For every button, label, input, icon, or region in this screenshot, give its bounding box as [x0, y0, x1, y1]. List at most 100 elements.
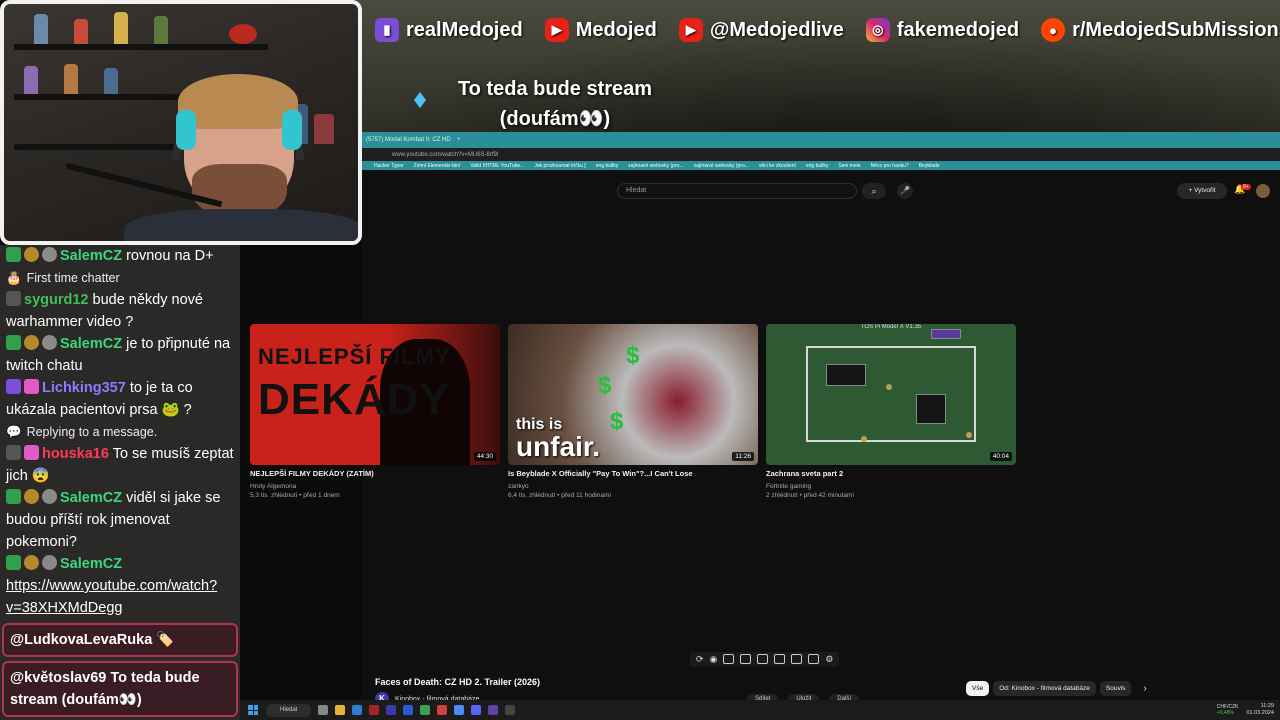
image-icon[interactable] — [774, 654, 786, 664]
video-channel[interactable]: Hroty Algemona — [250, 483, 500, 490]
chat-system-note: 🎂 First time chatter — [6, 267, 236, 289]
gear-icon[interactable]: ⚙ — [825, 654, 833, 665]
video-title[interactable]: Zachrana sveta part 2 — [766, 469, 1016, 478]
chrome-icon[interactable] — [420, 705, 430, 715]
video-meta: 2 zhlédnutí • před 42 minutami — [766, 492, 854, 499]
app-icon[interactable] — [352, 705, 362, 715]
chat-message: Lichking357 to je ta co ukázala paciento… — [6, 377, 236, 421]
captions-icon[interactable] — [808, 654, 820, 664]
chat-username[interactable]: SalemCZ — [60, 336, 122, 352]
bookmark[interactable]: Zimní Elementár-tání — [414, 163, 461, 169]
chevron-right-icon[interactable]: › — [1143, 683, 1146, 694]
video-thumbnail[interactable]: NEJLEPŠÍ FILMY DEKÁDY 44:30 — [250, 324, 500, 465]
video-thumbnail[interactable]: TOS Pi Model X V1.35 40:04 — [766, 324, 1016, 465]
chip-channel[interactable]: Od: Kinobox - filmová databáze — [993, 681, 1096, 696]
discord-icon[interactable] — [471, 705, 481, 715]
stock-widget[interactable]: CHF/CZK +0,48% — [1217, 704, 1239, 716]
chat-text: rovnou na D+ — [126, 248, 214, 264]
video-channel[interactable]: Fortnite gaming — [766, 483, 1016, 490]
chat-message: SalemCZ viděl si jake se budou příští ro… — [6, 487, 236, 553]
chat-link[interactable]: https://www.youtube.com/watch?v=38XHXMdD… — [6, 578, 217, 616]
chat-username[interactable]: SalemCZ — [60, 248, 122, 264]
screenshot-icon[interactable] — [791, 654, 803, 664]
bookmarks-bar: Hacker Typer Zimní Elementár-tání Valid … — [362, 161, 1280, 170]
chat-username[interactable]: sygurd12 — [24, 292, 88, 308]
clock[interactable]: 11:29 01.03.2024 — [1246, 703, 1274, 717]
mic-icon[interactable]: 🎤 — [897, 183, 913, 199]
stream-overlay: ▮ realMedojed ▶ Medojed ▶ @Medojedlive ◎ fak… — [0, 0, 1280, 720]
search-icon[interactable]: ⌕ — [862, 183, 886, 199]
video-thumbnail[interactable]: $ $ $ this is unfair. 11:26 — [508, 324, 758, 465]
bookmark[interactable]: Hacker Typer — [374, 163, 404, 169]
chat-username[interactable]: SalemCZ — [60, 490, 122, 506]
dollar-icon: $ — [598, 372, 612, 399]
new-tab-icon[interactable]: + — [457, 137, 461, 143]
video-channel[interactable]: zankyo — [508, 483, 758, 490]
headset-earcup — [176, 110, 196, 150]
shelf — [14, 44, 268, 50]
app-icon[interactable] — [369, 705, 379, 715]
video-title[interactable]: NEJLEPŠÍ FILMY DEKÁDY (ZATÍM) — [250, 469, 500, 478]
social-instagram: ◎ fakemedojed — [865, 18, 1019, 42]
bookmark[interactable]: eng bullky — [596, 163, 619, 169]
player-title: Faces of Death: CZ HD 2. Trailer (2026) — [375, 677, 541, 687]
bookmark[interactable]: zajímavé webovky (pro... — [694, 163, 749, 169]
windows-start-icon[interactable] — [248, 705, 258, 715]
taskview-icon[interactable] — [318, 705, 328, 715]
book-stack — [314, 114, 334, 144]
premiere-icon[interactable] — [386, 705, 396, 715]
app-icon[interactable] — [454, 705, 464, 715]
pip-icon[interactable] — [723, 654, 735, 664]
bookmark[interactable]: Jak prozkoumat tričku [ — [534, 163, 585, 169]
bookmark[interactable]: věci ke zkoušení — [759, 163, 796, 169]
obs-icon[interactable] — [505, 705, 515, 715]
iron-man-helmet — [229, 24, 257, 44]
bookmark[interactable]: Valid XHTML YouTube... — [470, 163, 524, 169]
hand-badge-icon — [42, 247, 57, 262]
chip-related[interactable]: Souvis — [1099, 681, 1132, 696]
browser-tab[interactable]: (5757) Mortal Kombat II: CZ HD — [366, 137, 451, 143]
youtube-header: Hledat ⌕ 🎤 + Vytvořit 🔔 9+ — [362, 180, 1280, 202]
photoshop-icon[interactable] — [403, 705, 413, 715]
social-youtube-1: ▶ Medojed — [544, 18, 657, 42]
loop-icon[interactable]: ⟳ — [696, 654, 704, 665]
address-bar[interactable]: www.youtube.com/watch?v=MU6S-8rf9I — [362, 148, 1280, 161]
app-icon[interactable] — [437, 705, 447, 715]
explorer-icon[interactable] — [335, 705, 345, 715]
notification-count: 9+ — [1241, 184, 1251, 190]
figurine — [154, 16, 168, 44]
chat-username[interactable]: houska16 — [42, 446, 109, 462]
social-reddit: ● r/MedojedSubMissions — [1041, 18, 1280, 42]
avatar[interactable] — [1256, 184, 1270, 198]
audio-icon[interactable]: ◉ — [710, 654, 718, 665]
video-card[interactable]: TOS Pi Model X V1.35 40:04 Zachrana svet… — [766, 324, 1016, 499]
video-card[interactable]: $ $ $ this is unfair. 11:26 Is Beyblade … — [508, 324, 758, 499]
bookmark[interactable]: Něco pro hanku? — [871, 163, 909, 169]
bookmark[interactable]: Seni mele — [838, 163, 860, 169]
youtube-icon: ▶ — [544, 18, 569, 42]
browser-capture: (5757) Mortal Kombat II: CZ HD + www.you… — [250, 132, 1280, 720]
twitch-icon[interactable] — [488, 705, 498, 715]
miniplayer-icon[interactable] — [757, 654, 769, 664]
pad — [886, 384, 892, 390]
coin-badge-icon — [24, 247, 39, 262]
figurine — [74, 19, 88, 44]
create-button[interactable]: + Vytvořit — [1177, 183, 1227, 199]
video-title[interactable]: Is Beyblade X Officially "Pay To Win"?..… — [508, 469, 758, 478]
heart-badge-icon — [24, 379, 39, 394]
bookmark[interactable]: Beyblade — [919, 163, 940, 169]
bookmark[interactable]: zajímavé webovky (pro... — [628, 163, 683, 169]
search-input[interactable]: Hledat — [617, 183, 857, 199]
video-duration: 44:30 — [473, 452, 496, 461]
chat-highlight: @LudkovaLevaRuka 🏷️ — [2, 623, 238, 657]
chip-all[interactable]: Vše — [966, 681, 990, 696]
reply-icon: 💬 — [6, 425, 22, 439]
chat-username[interactable]: Lichking357 — [42, 380, 126, 396]
video-card[interactable]: NEJLEPŠÍ FILMY DEKÁDY 44:30 NEJLEPŠÍ FIL… — [250, 324, 500, 499]
chat-text: To se musíš zeptat jich 😨 — [6, 446, 234, 484]
taskbar-search[interactable]: Hledat — [266, 703, 311, 717]
bookmark[interactable]: eng bullky — [806, 163, 829, 169]
chat-username[interactable]: SalemCZ — [60, 556, 122, 572]
system-tray: CHF/CZK +0,48% 11:29 01.03.2024 — [1217, 703, 1274, 717]
clip-icon[interactable] — [740, 654, 752, 664]
